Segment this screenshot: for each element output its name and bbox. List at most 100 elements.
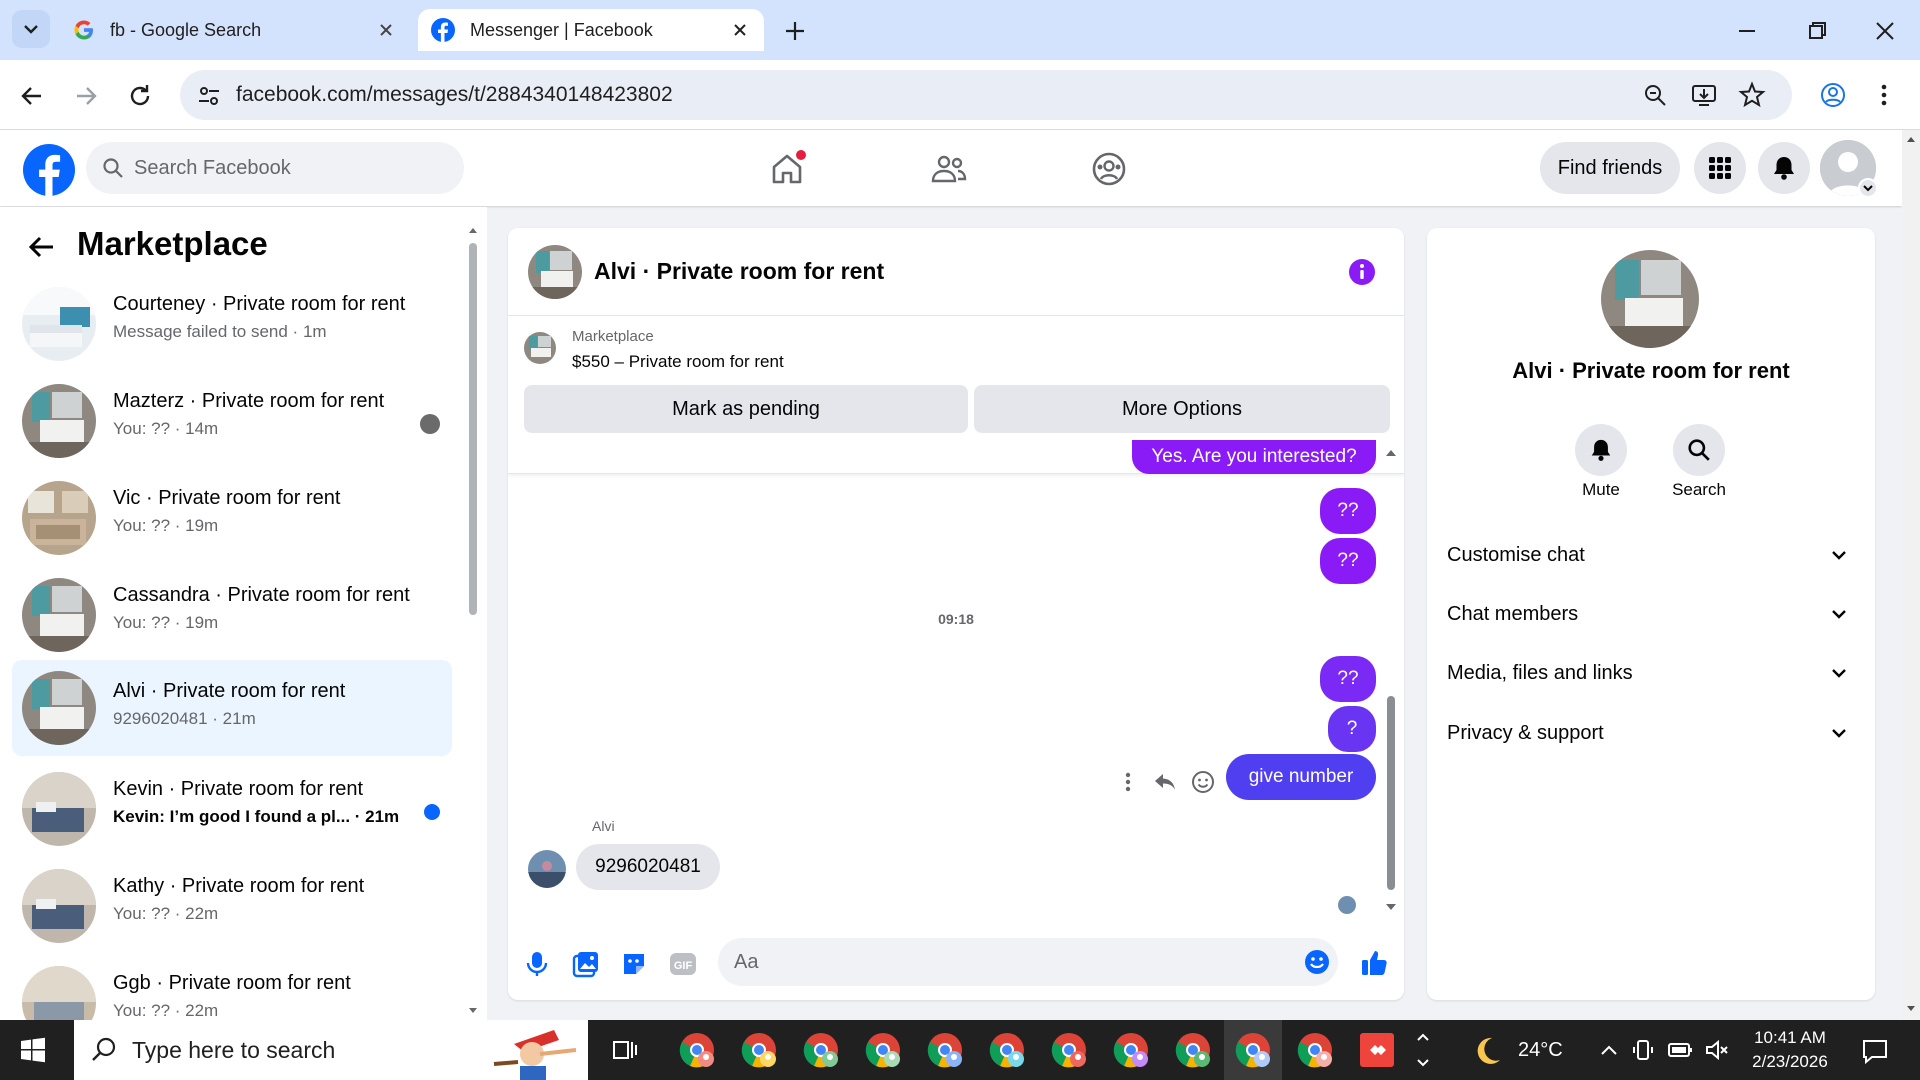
info-avatar[interactable] bbox=[1601, 250, 1699, 348]
taskbar-overflow-arrows[interactable] bbox=[1414, 1026, 1432, 1074]
install-app-icon[interactable] bbox=[1690, 82, 1718, 108]
conversation-preview: You: ?? · 14m bbox=[113, 419, 219, 438]
list-item[interactable]: Kathy · Private room for rent You: ?? · … bbox=[12, 861, 452, 945]
list-item[interactable]: Kevin · Private room for rent Kevin: I’m… bbox=[12, 764, 452, 848]
search-in-chat-button[interactable] bbox=[1673, 424, 1725, 476]
gif-icon[interactable]: GIF bbox=[668, 950, 698, 978]
message-bubble-outgoing[interactable]: ? bbox=[1328, 706, 1376, 752]
taskbar-chrome-11[interactable] bbox=[1292, 1027, 1338, 1073]
thumbs-up-icon[interactable] bbox=[1360, 948, 1390, 978]
sticker-icon[interactable] bbox=[620, 950, 648, 978]
taskbar-clock[interactable]: 10:41 AM 2/23/2026 bbox=[1730, 1026, 1850, 1074]
section-media-files-links[interactable]: Media, files and links bbox=[1447, 653, 1857, 693]
tab-search-button[interactable] bbox=[12, 10, 50, 48]
messages-scrollbar[interactable] bbox=[1384, 446, 1398, 916]
menu-button[interactable] bbox=[1694, 142, 1746, 194]
message-bubble-outgoing[interactable]: ?? bbox=[1320, 488, 1376, 534]
browser-tab-google[interactable]: fb - Google Search bbox=[60, 9, 410, 51]
groups-icon[interactable] bbox=[1090, 150, 1128, 188]
reload-icon[interactable] bbox=[126, 82, 154, 110]
back-arrow-icon[interactable] bbox=[26, 231, 58, 263]
minimize-icon[interactable] bbox=[1734, 18, 1760, 44]
facebook-search-input[interactable]: Search Facebook bbox=[86, 142, 464, 194]
find-friends-button[interactable]: Find friends bbox=[1540, 142, 1680, 194]
listing-thumbnail[interactable] bbox=[524, 332, 556, 364]
chat-title[interactable]: Alvi · Private room for rent bbox=[594, 258, 884, 285]
mute-button[interactable] bbox=[1575, 424, 1627, 476]
close-window-icon[interactable] bbox=[1872, 18, 1898, 44]
notification-center-icon[interactable] bbox=[1860, 1036, 1890, 1066]
taskbar-chrome-3[interactable] bbox=[798, 1027, 844, 1073]
section-chat-members[interactable]: Chat members bbox=[1447, 594, 1857, 634]
reply-icon[interactable] bbox=[1152, 769, 1178, 795]
taskbar-chrome-4[interactable] bbox=[860, 1027, 906, 1073]
message-bubble-outgoing[interactable]: Yes. Are you interested? bbox=[1132, 440, 1376, 474]
friends-icon[interactable] bbox=[928, 150, 968, 188]
windows-start-icon[interactable] bbox=[20, 1037, 46, 1063]
bookmark-star-icon[interactable] bbox=[1738, 81, 1766, 109]
list-item[interactable]: Mazterz · Private room for rent You: ?? … bbox=[12, 376, 452, 460]
moon-weather-icon[interactable] bbox=[1470, 1034, 1504, 1068]
facebook-logo-icon[interactable] bbox=[22, 143, 76, 197]
react-smiley-icon[interactable] bbox=[1190, 769, 1216, 795]
message-bubble-outgoing[interactable]: ?? bbox=[1320, 538, 1376, 584]
close-icon[interactable] bbox=[730, 20, 750, 40]
home-icon[interactable] bbox=[768, 150, 806, 188]
taskbar-chrome-5[interactable] bbox=[922, 1027, 968, 1073]
omnibox[interactable]: facebook.com/messages/t/2884340148423802 bbox=[180, 70, 1792, 120]
section-customise-chat[interactable]: Customise chat bbox=[1447, 535, 1857, 575]
task-view-icon[interactable] bbox=[610, 1036, 638, 1064]
taskbar-chrome-9[interactable] bbox=[1170, 1027, 1216, 1073]
more-options-button[interactable]: More Options bbox=[974, 385, 1390, 433]
forward-arrow-icon[interactable] bbox=[72, 82, 100, 110]
taskbar-chrome-2[interactable] bbox=[736, 1027, 782, 1073]
restore-icon[interactable] bbox=[1804, 18, 1830, 44]
microphone-icon[interactable] bbox=[524, 950, 550, 978]
listing-title[interactable]: $550 – Private room for rent bbox=[572, 352, 784, 372]
sender-avatar[interactable] bbox=[528, 850, 566, 888]
chat-list-scrollbar[interactable] bbox=[467, 223, 479, 1018]
browser-tab-messenger[interactable]: Messenger | Facebook bbox=[418, 9, 764, 51]
list-item[interactable]: Cassandra · Private room for rent You: ?… bbox=[12, 570, 452, 654]
taskbar-chrome-7[interactable] bbox=[1046, 1027, 1092, 1073]
url-text[interactable]: facebook.com/messages/t/2884340148423802 bbox=[236, 83, 673, 107]
chat-avatar[interactable] bbox=[528, 245, 582, 299]
close-icon[interactable] bbox=[376, 20, 396, 40]
volume-muted-icon[interactable] bbox=[1704, 1038, 1730, 1062]
more-vertical-icon[interactable] bbox=[1118, 768, 1138, 796]
info-icon[interactable] bbox=[1348, 258, 1376, 286]
account-dropdown[interactable] bbox=[1858, 178, 1878, 198]
back-arrow-icon[interactable] bbox=[18, 82, 46, 110]
message-bubble-outgoing[interactable]: ?? bbox=[1320, 656, 1376, 702]
chrome-icon bbox=[927, 1033, 962, 1068]
chevron-up-icon[interactable] bbox=[1598, 1040, 1620, 1060]
notifications-button[interactable] bbox=[1758, 142, 1810, 194]
taskbar-chrome-active[interactable] bbox=[1230, 1027, 1276, 1073]
mark-as-pending-button[interactable]: Mark as pending bbox=[524, 385, 968, 433]
zoom-icon[interactable] bbox=[1642, 82, 1668, 108]
list-item[interactable]: Courteney · Private room for rent Messag… bbox=[12, 279, 452, 363]
message-input[interactable]: Aa bbox=[718, 938, 1338, 986]
battery-icon[interactable] bbox=[1666, 1040, 1694, 1060]
taskbar-chrome-1[interactable] bbox=[674, 1027, 720, 1073]
list-item[interactable]: Vic · Private room for rent You: ?? · 19… bbox=[12, 473, 452, 557]
profile-icon[interactable] bbox=[1818, 80, 1848, 110]
new-tab-icon[interactable] bbox=[782, 18, 808, 44]
message-bubble-incoming[interactable]: 9296020481 bbox=[576, 844, 720, 890]
site-info-icon[interactable] bbox=[196, 83, 222, 109]
device-icon[interactable] bbox=[1632, 1038, 1654, 1062]
taskbar-search-box[interactable]: Type here to search bbox=[74, 1020, 588, 1080]
taskbar-anydesk[interactable] bbox=[1354, 1027, 1400, 1073]
more-vertical-icon[interactable] bbox=[1874, 80, 1894, 110]
list-item-selected[interactable]: Alvi · Private room for rent 9296020481 … bbox=[12, 660, 452, 756]
taskbar-chrome-8[interactable] bbox=[1108, 1027, 1154, 1073]
clock-time: 10:41 AM bbox=[1754, 1028, 1826, 1047]
emoji-icon[interactable] bbox=[1304, 949, 1330, 975]
weather-temperature[interactable]: 24°C bbox=[1518, 1039, 1563, 1062]
message-timestamp: 09:18 bbox=[938, 611, 974, 627]
page-scrollbar[interactable] bbox=[1902, 130, 1920, 1020]
section-privacy-support[interactable]: Privacy & support bbox=[1447, 713, 1857, 753]
photo-icon[interactable] bbox=[572, 950, 600, 978]
taskbar-chrome-6[interactable] bbox=[984, 1027, 1030, 1073]
message-bubble-outgoing[interactable]: give number bbox=[1226, 754, 1376, 800]
